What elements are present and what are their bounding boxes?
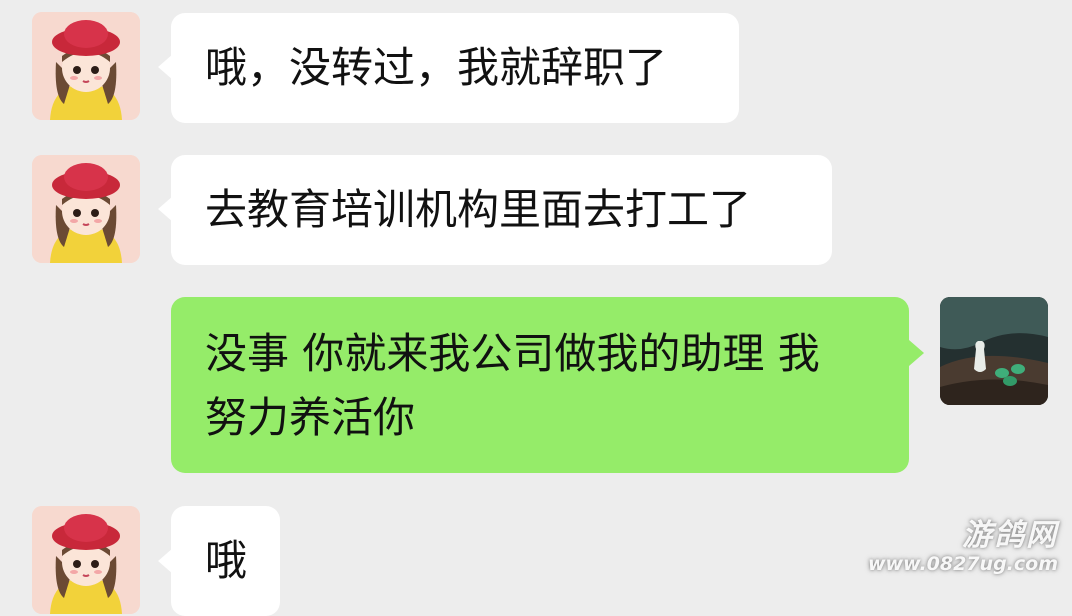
message-bubble-incoming[interactable]: 哦 [171, 506, 280, 616]
message-text: 去教育培训机构里面去打工了 [205, 185, 752, 234]
contact-avatar[interactable] [32, 12, 140, 120]
contact-avatar[interactable] [32, 506, 140, 614]
girl-red-hat-avatar-icon [32, 155, 140, 263]
self-avatar[interactable] [940, 297, 1048, 405]
contact-avatar[interactable] [32, 155, 140, 263]
message-bubble-incoming[interactable]: 去教育培训机构里面去打工了 [171, 155, 832, 265]
message-bubble-outgoing[interactable]: 没事 你就来我公司做我的助理 我 努力养活你 [171, 297, 909, 473]
landscape-cups-avatar-icon [940, 297, 1048, 405]
site-watermark: 游鸽网 www.0827ug.com [868, 518, 1058, 576]
girl-red-hat-avatar-icon [32, 12, 140, 120]
message-text-line-2: 努力养活你 [205, 393, 416, 442]
bubble-tail [909, 340, 924, 366]
watermark-name: 游鸽网 [962, 518, 1058, 553]
girl-red-hat-avatar-icon [32, 506, 140, 614]
message-text: 哦，没转过，我就辞职了 [205, 43, 668, 92]
message-text: 哦 [205, 536, 248, 585]
message-text-line-1: 没事 你就来我公司做我的助理 我 [205, 329, 820, 378]
message-bubble-incoming[interactable]: 哦，没转过，我就辞职了 [171, 13, 739, 123]
watermark-url: www.0827ug.com [868, 553, 1058, 575]
